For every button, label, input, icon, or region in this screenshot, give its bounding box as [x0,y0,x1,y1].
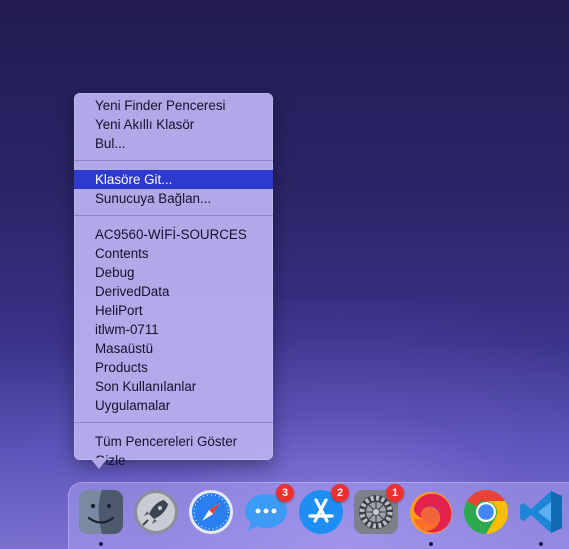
dock-item-app-store[interactable]: 2 [296,484,349,537]
notification-badge: 2 [331,484,349,502]
firefox-icon [410,492,452,534]
notification-badge: 3 [276,484,294,502]
menu-item-connect-to-server[interactable]: Sunucuya Bağlan... [74,189,273,208]
menu-item-recent-folder[interactable]: Products [74,358,273,377]
menu-separator [74,160,273,161]
safari-compass-icon [189,490,233,534]
menu-item-recent-folder[interactable]: DerivedData [74,282,273,301]
context-menu-pointer [90,458,108,469]
menu-item-recent-folder[interactable]: Debug [74,263,273,282]
running-indicator [99,542,103,546]
dock-item-chrome[interactable] [461,487,511,537]
dock-item-launchpad[interactable] [131,487,181,537]
menu-separator [74,215,273,216]
menu-item-new-finder-window[interactable]: Yeni Finder Penceresi [74,96,273,115]
dock-item-finder[interactable] [76,487,126,537]
dock-item-vscode[interactable] [516,487,566,537]
notification-badge: 1 [386,484,404,502]
menu-item-recent-folder[interactable]: itlwm-0711 [74,320,273,339]
menu-separator [74,422,273,423]
vscode-icon [520,491,562,533]
dock-item-system-preferences[interactable]: 1 [351,484,404,537]
chrome-icon [464,490,508,534]
finder-icon [79,490,123,534]
menu-item-go-to-folder[interactable]: Klasöre Git... [74,170,273,189]
running-indicator [539,542,543,546]
dock-item-firefox[interactable] [406,487,456,537]
menu-item-new-smart-folder[interactable]: Yeni Akıllı Klasör [74,115,273,134]
menu-item-show-all-windows[interactable]: Tüm Pencereleri Göster [74,432,273,451]
finder-dock-context-menu: Yeni Finder Penceresi Yeni Akıllı Klasör… [74,93,273,468]
menu-item-find[interactable]: Bul... [74,134,273,153]
menu-item-recent-folder[interactable]: Masaüstü [74,339,273,358]
dock-item-safari[interactable] [186,487,236,537]
menu-item-recent-folder[interactable]: Uygulamalar [74,396,273,415]
menu-item-recent-folder[interactable]: HeliPort [74,301,273,320]
dock-item-messages[interactable]: 3 [241,484,294,537]
menu-item-recent-folder[interactable]: AC9560-WİFİ-SOURCES [74,225,273,244]
menu-item-recent-folder[interactable]: Contents [74,244,273,263]
running-indicator [429,542,433,546]
launchpad-rocket-icon [134,490,178,534]
menu-item-recent-folder[interactable]: Son Kullanılanlar [74,377,273,396]
